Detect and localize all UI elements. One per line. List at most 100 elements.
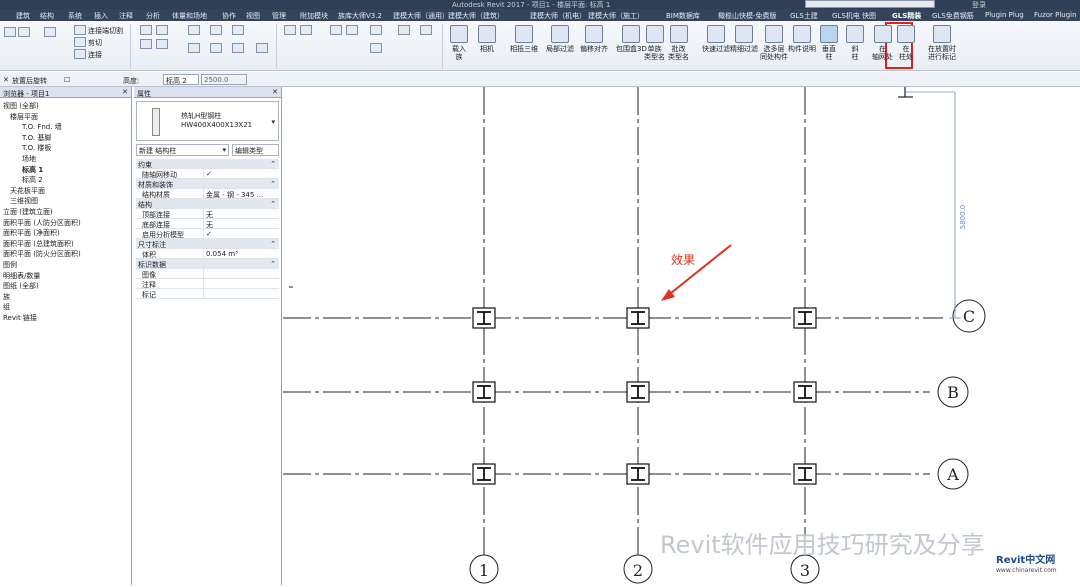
rotate-after-place-label[interactable]: 放置后旋转 bbox=[12, 76, 47, 86]
checkbox[interactable]: ☐ bbox=[64, 76, 70, 84]
ribbon-button-6[interactable]: 单族 类型名 bbox=[644, 25, 665, 61]
copy-icon[interactable] bbox=[210, 43, 222, 53]
browser-item[interactable]: 标高 2 bbox=[22, 175, 43, 185]
ribbon-button-5[interactable]: 包围盒3D bbox=[616, 25, 647, 53]
join-label[interactable]: 连接 bbox=[88, 50, 102, 60]
property-row[interactable]: 启用分析模型 ✓ bbox=[136, 229, 279, 239]
tool-icon[interactable] bbox=[156, 39, 168, 49]
browser-item[interactable]: 明细表/数量 bbox=[3, 271, 40, 281]
property-value[interactable]: ✓ bbox=[206, 170, 212, 178]
tab-20[interactable]: 快图 bbox=[862, 11, 876, 21]
tab-11[interactable]: 族库大师V3.2 bbox=[338, 11, 382, 21]
tab-9[interactable]: 管理 bbox=[272, 11, 286, 21]
browser-item[interactable]: 立面 (建筑立面) bbox=[3, 207, 53, 217]
edit-type-button[interactable]: 编辑类型 bbox=[232, 144, 279, 156]
browser-item[interactable]: 面积平面 (人防分区面积) bbox=[3, 218, 81, 228]
property-row[interactable]: 随轴网移动 ✓ bbox=[136, 169, 279, 179]
measure-icon[interactable] bbox=[330, 25, 342, 35]
ribbon-button-10[interactable]: 选多层 同处构件 bbox=[760, 25, 788, 61]
browser-item[interactable]: 面积平面 (总建筑面积) bbox=[3, 239, 74, 249]
dimension-icon[interactable] bbox=[370, 43, 382, 53]
tab-13[interactable]: 建模大师（建筑） bbox=[448, 11, 504, 21]
tab-10[interactable]: 附加模块 bbox=[300, 11, 328, 21]
tab-0[interactable]: 建筑 bbox=[16, 11, 30, 21]
browser-item[interactable]: 组 bbox=[3, 302, 10, 312]
level-select[interactable]: 标高 2 bbox=[163, 74, 199, 85]
browser-item[interactable]: Revit 链接 bbox=[3, 313, 37, 323]
search-box[interactable] bbox=[805, 0, 935, 8]
cut-icon[interactable] bbox=[74, 37, 86, 47]
height-value[interactable]: 2500.0 bbox=[201, 74, 247, 85]
tool-icon[interactable] bbox=[140, 25, 152, 35]
cut-label[interactable]: 剪切 bbox=[88, 38, 102, 48]
ribbon-button-15[interactable]: 在 柱处 bbox=[897, 25, 915, 61]
ribbon-button-16[interactable]: 在放置时 进行标记 bbox=[928, 25, 956, 61]
dimension-icon[interactable] bbox=[370, 25, 382, 35]
instance-dropdown[interactable]: 新建 结构柱 ▾ bbox=[136, 144, 229, 156]
browser-item[interactable]: 标高 1 bbox=[22, 165, 43, 175]
rotate-icon[interactable] bbox=[232, 43, 244, 53]
property-category[interactable]: 约束 ⌃ bbox=[136, 159, 279, 169]
tab-12[interactable]: 建模大师（通用） bbox=[393, 11, 449, 21]
paste-icon[interactable] bbox=[44, 27, 56, 37]
ribbon-button-3[interactable]: 局部过滤 bbox=[546, 25, 574, 53]
ribbon-button-2[interactable]: 相抵三维 bbox=[510, 25, 538, 53]
create-icon[interactable] bbox=[420, 25, 432, 35]
collapse-icon[interactable]: ⌃ bbox=[270, 240, 276, 248]
property-category[interactable]: 结构 ⌃ bbox=[136, 199, 279, 209]
ribbon-button-11[interactable]: 构件说明 bbox=[788, 25, 816, 53]
tab-7[interactable]: 协作 bbox=[222, 11, 236, 21]
collapse-icon[interactable]: ⌃ bbox=[270, 200, 276, 208]
tab-17[interactable]: 橄榄山快模-免费版 bbox=[718, 11, 777, 21]
create-icon[interactable] bbox=[398, 25, 410, 35]
chevron-down-icon[interactable]: ▾ bbox=[271, 118, 275, 126]
tab-3[interactable]: 插入 bbox=[94, 11, 108, 21]
browser-item[interactable]: 面积平面 (净面积) bbox=[3, 228, 60, 238]
offset-icon[interactable] bbox=[210, 25, 222, 35]
select-icon[interactable] bbox=[18, 27, 30, 37]
property-category[interactable]: 材质和装饰 ⌃ bbox=[136, 179, 279, 189]
cope-icon[interactable] bbox=[74, 25, 86, 35]
tab-5[interactable]: 分析 bbox=[146, 11, 160, 21]
close-icon[interactable]: ✕ bbox=[272, 88, 278, 96]
browser-item[interactable]: 楼层平面 bbox=[10, 112, 38, 122]
property-row[interactable]: 底部连接无 bbox=[136, 219, 279, 229]
modify-icon[interactable] bbox=[4, 27, 16, 37]
ribbon-button-4[interactable]: 偏移对齐 bbox=[580, 25, 608, 53]
tab-18[interactable]: GLS土建 bbox=[790, 11, 818, 21]
view-icon[interactable] bbox=[284, 25, 296, 35]
align-icon[interactable] bbox=[188, 25, 200, 35]
view-icon[interactable] bbox=[300, 25, 312, 35]
tab-2[interactable]: 系统 bbox=[68, 11, 82, 21]
ribbon-button-0[interactable]: 载入 族 bbox=[450, 25, 468, 61]
collapse-icon[interactable]: ⌃ bbox=[270, 180, 276, 188]
type-selector[interactable]: 热轧H型钢柱 HW400X400X13X21 ▾ bbox=[136, 101, 279, 141]
property-value[interactable]: ✓ bbox=[206, 230, 212, 238]
browser-item[interactable]: T.O. Fnd. 墙 bbox=[22, 122, 62, 132]
tool-icon[interactable] bbox=[156, 25, 168, 35]
tab-1[interactable]: 结构 bbox=[40, 11, 54, 21]
property-category[interactable]: 标识数据 ⌃ bbox=[136, 259, 279, 269]
browser-item[interactable]: 三维视图 bbox=[10, 196, 38, 206]
property-row[interactable]: 标记 bbox=[136, 289, 279, 299]
tab-21[interactable]: GLS精装 bbox=[892, 11, 921, 21]
mirror-icon[interactable] bbox=[232, 25, 244, 35]
property-value[interactable]: 0.054 m³ bbox=[206, 250, 238, 258]
tab-6[interactable]: 体量和场地 bbox=[172, 11, 207, 21]
property-row[interactable]: 体积 0.054 m³ bbox=[136, 249, 279, 259]
browser-item[interactable]: T.O. 楼板 bbox=[22, 143, 51, 153]
tab-23[interactable]: Plugin Plug bbox=[985, 11, 1024, 19]
browser-item[interactable]: T.O. 基脚 bbox=[22, 133, 51, 143]
browser-item[interactable]: 视图 (全部) bbox=[3, 101, 39, 111]
browser-item[interactable]: 图例 bbox=[3, 260, 17, 270]
browser-item[interactable]: 族 bbox=[3, 292, 10, 302]
collapse-icon[interactable]: ⌃ bbox=[270, 260, 276, 268]
ribbon-button-14[interactable]: 在 轴网处 bbox=[872, 25, 893, 61]
collapse-icon[interactable]: ⌃ bbox=[270, 160, 276, 168]
tab-19[interactable]: GLS机电 bbox=[832, 11, 860, 21]
tab-16[interactable]: BIM数据库 bbox=[666, 11, 700, 21]
ribbon-button-9[interactable]: 精细过滤 bbox=[730, 25, 758, 53]
property-category[interactable]: 尺寸标注 ⌃ bbox=[136, 239, 279, 249]
drawing-canvas[interactable]: C B A 1 2 3 5800.0 效果 bbox=[283, 87, 1080, 585]
property-row[interactable]: 顶部连接无 bbox=[136, 209, 279, 219]
